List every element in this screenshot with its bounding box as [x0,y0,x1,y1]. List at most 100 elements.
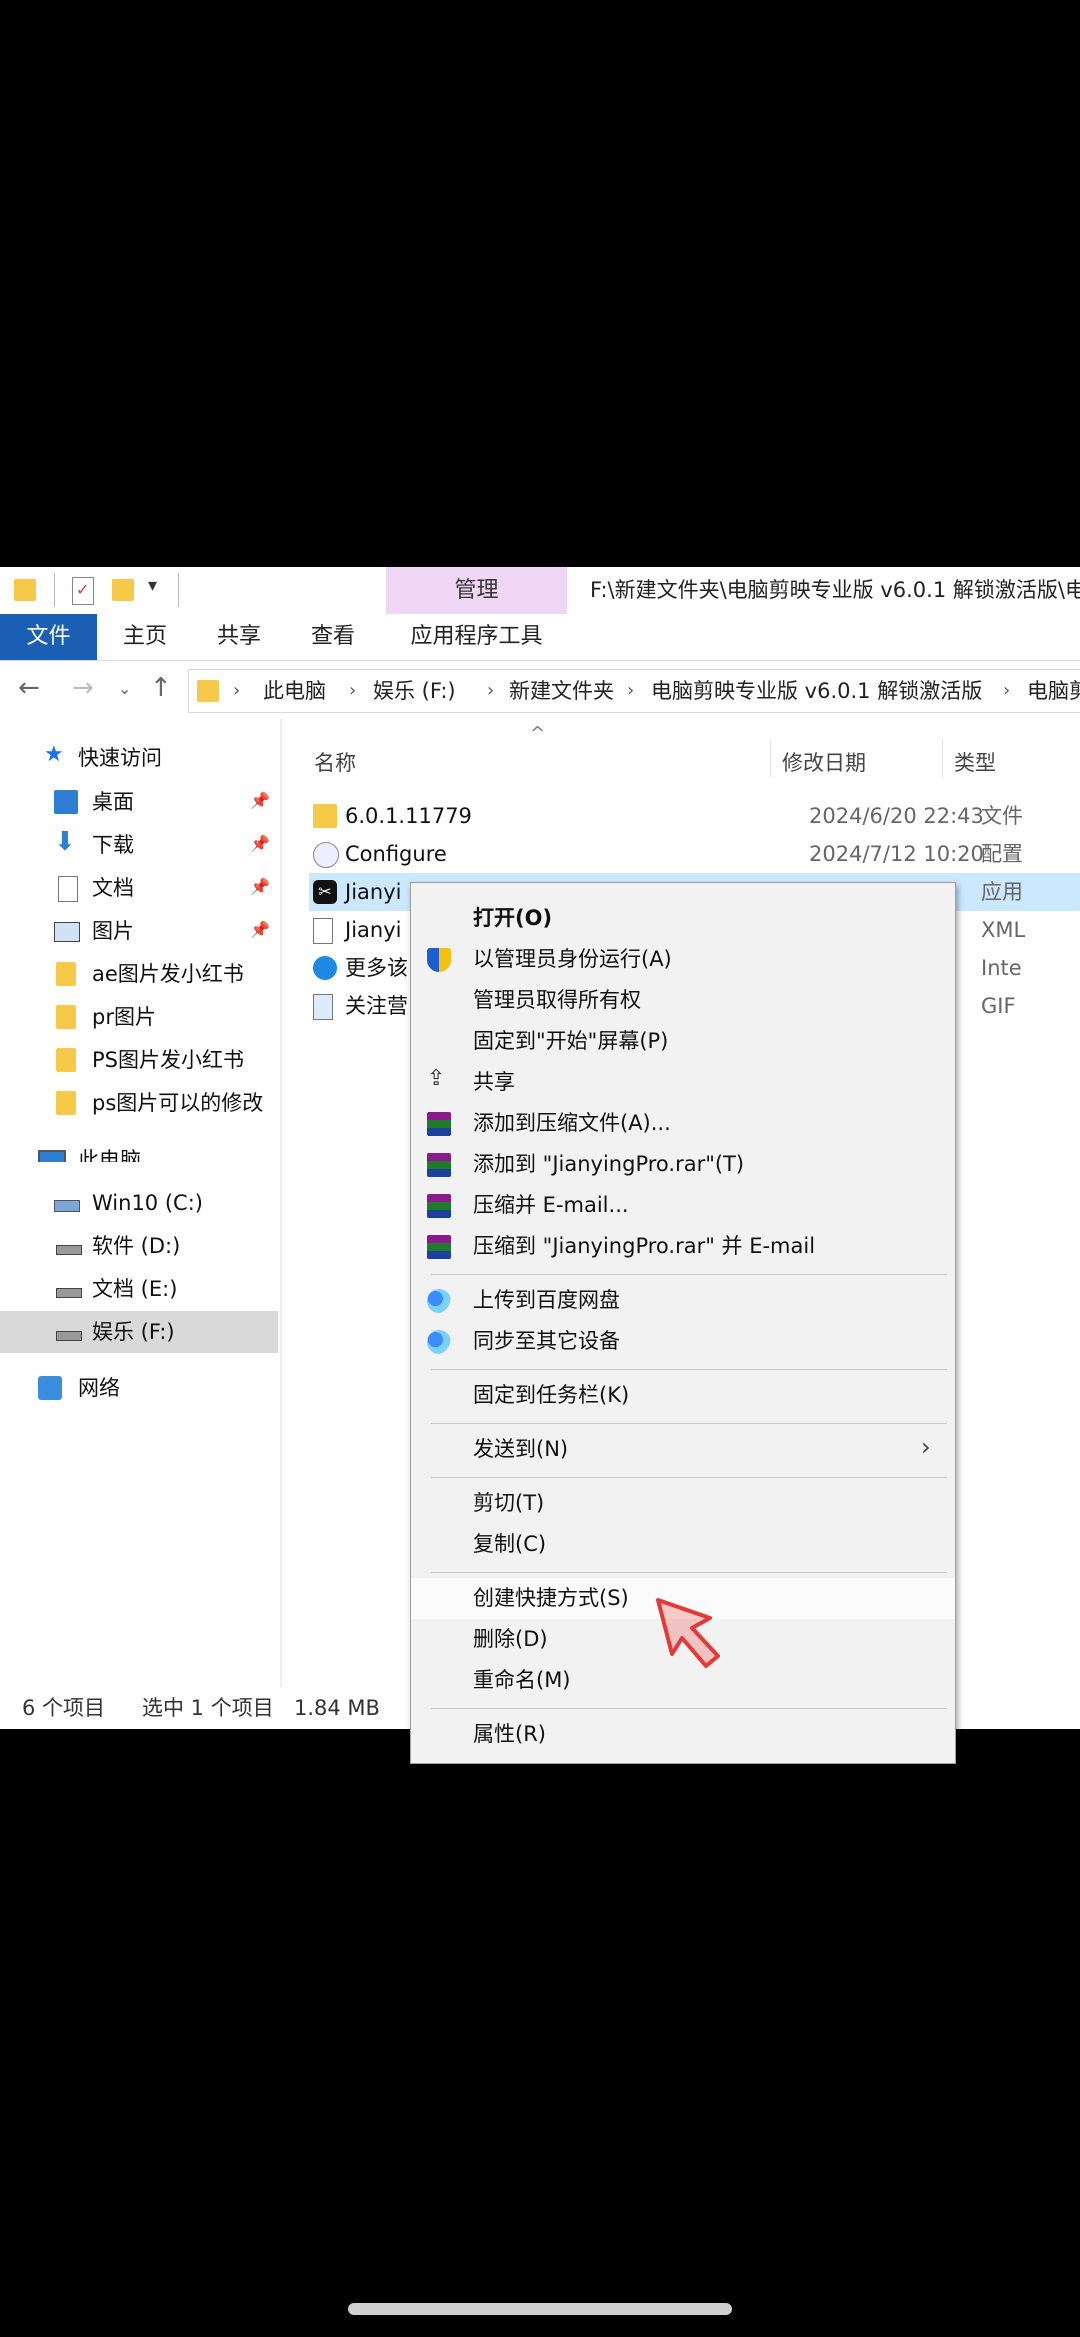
file-date: 2024/6/20 22:43 [809,804,984,828]
item-count: 6 个项目 [22,1696,106,1720]
menu-item-open[interactable]: 打开(O) [411,898,955,939]
sidebar-item-label: ps图片可以的修改 [92,1091,264,1115]
drive-icon [56,1245,82,1255]
tab-home[interactable]: 主页 [100,614,190,660]
menu-item-send-to[interactable]: 发送到(N) › [411,1429,955,1470]
navigation-pane: ★ 快速访问 桌面 📌 ⬇ 下载 📌 文档 📌 图片 📌 ae图片发小红书 pr… [0,719,280,1729]
menu-item-take-ownership[interactable]: 管理员取得所有权 [411,980,955,1021]
sidebar-item-ps-folder[interactable]: PS图片发小红书 [0,1039,278,1081]
menu-item-label: 以管理员身份运行(A) [473,947,672,971]
sidebar-item-quick-access[interactable]: ★ 快速访问 [0,737,278,779]
menu-item-cut[interactable]: 剪切(T) [411,1483,955,1524]
column-divider[interactable] [942,739,943,777]
file-name: Jianyi [345,880,402,904]
sidebar-item-drive-d[interactable]: 软件 (D:) [0,1225,278,1267]
file-name: 关注营 [345,994,408,1018]
forward-arrow-icon[interactable]: → [72,673,94,703]
menu-item-properties[interactable]: 属性(R) [411,1714,955,1755]
customize-toolbar-icon[interactable]: ▾ [148,575,157,596]
folder-icon[interactable] [14,579,36,601]
tab-share[interactable]: 共享 [194,614,284,660]
chevron-right-icon: › [1003,680,1011,701]
menu-item-run-as-admin[interactable]: 以管理员身份运行(A) [411,939,955,980]
sidebar-item-documents[interactable]: 文档 📌 [0,867,278,909]
file-type: GIF [981,994,1016,1018]
new-folder-icon[interactable] [112,579,134,601]
menu-item-pin-taskbar[interactable]: 固定到任务栏(K) [411,1375,955,1416]
breadcrumb-drive-f[interactable]: 娱乐 (F:) [373,670,456,712]
column-header-date[interactable]: 修改日期 [782,747,866,777]
sidebar-item-label: Win10 (C:) [92,1191,203,1215]
sidebar-item-downloads[interactable]: ⬇ 下载 📌 [0,824,278,866]
image-file-icon [313,994,333,1020]
file-row-folder[interactable]: 6.0.1.11779 2024/6/20 22:43 文件 [309,797,1080,835]
menu-item-compress-email[interactable]: 压缩并 E-mail... [411,1185,955,1226]
tab-file[interactable]: 文件 [0,614,97,660]
menu-item-compress-rar-email[interactable]: 压缩到 "JianyingPro.rar" 并 E-mail [411,1226,955,1267]
chevron-right-icon: › [487,680,495,701]
pin-icon: 📌 [250,920,270,939]
menu-item-label: 剪切(T) [473,1491,545,1515]
window-edge [0,1162,207,1182]
up-arrow-icon[interactable]: ↑ [150,673,172,703]
document-icon [58,876,78,902]
manage-tab[interactable]: 管理 [386,567,567,614]
baidu-netdisk-icon [427,1289,451,1313]
breadcrumb-jianying-folder[interactable]: 电脑剪映专业版 v6.0.1 解锁激活版 [651,670,982,712]
file-name: Jianyi [345,918,402,942]
recent-locations-chevron-icon[interactable]: ⌄ [118,679,131,698]
menu-item-copy[interactable]: 复制(C) [411,1524,955,1565]
menu-item-upload-baidu[interactable]: 上传到百度网盘 [411,1280,955,1321]
sidebar-item-drive-f[interactable]: 娱乐 (F:) [0,1311,278,1353]
breadcrumb-current[interactable]: 电脑剪 [1027,670,1080,712]
folder-icon [56,962,76,986]
menu-item-add-archive[interactable]: 添加到压缩文件(A)... [411,1103,955,1144]
divider [54,573,55,607]
sidebar-item-label: PS图片发小红书 [92,1048,244,1072]
menu-item-sync-devices[interactable]: 同步至其它设备 [411,1321,955,1362]
winrar-icon [427,1194,451,1218]
pin-icon: 📌 [250,791,270,810]
menu-item-label: 添加到 "JianyingPro.rar"(T) [473,1152,745,1176]
menu-item-label: 压缩并 E-mail... [473,1193,629,1217]
properties-icon[interactable]: ✓ [72,577,94,605]
back-arrow-icon[interactable]: ← [18,673,40,703]
sidebar-item-drive-e[interactable]: 文档 (E:) [0,1268,278,1310]
drive-icon [56,1331,82,1341]
ribbon-tabs: 文件 主页 共享 查看 应用程序工具 [0,614,1080,707]
uac-shield-icon [427,948,451,972]
sidebar-item-drive-c[interactable]: Win10 (C:) [0,1182,278,1224]
pin-icon: 📌 [250,877,270,896]
file-type: 应用 [981,880,1023,904]
tab-app-tools[interactable]: 应用程序工具 [386,614,567,660]
menu-item-label: 重命名(M) [473,1668,571,1692]
menu-item-label: 固定到任务栏(K) [473,1383,630,1407]
sidebar-item-ae-folder[interactable]: ae图片发小红书 [0,953,278,995]
baidu-netdisk-icon [427,1330,451,1354]
file-row-configure[interactable]: Configure 2024/7/12 10:20 配置 [309,835,1080,873]
file-name: 6.0.1.11779 [345,804,472,828]
sidebar-item-pr-folder[interactable]: pr图片 [0,996,278,1038]
sidebar-item-desktop[interactable]: 桌面 📌 [0,781,278,823]
divider [178,573,179,607]
tab-view[interactable]: 查看 [288,614,378,660]
menu-item-share[interactable]: ⇪ 共享 [411,1062,955,1103]
column-header-type[interactable]: 类型 [954,747,996,777]
sidebar-item-ps-edit-folder[interactable]: ps图片可以的修改 [0,1082,278,1124]
column-header-name[interactable]: 名称 [314,747,356,777]
menu-item-label: 创建快捷方式(S) [473,1586,629,1610]
address-bar[interactable]: › 此电脑 › 娱乐 (F:) › 新建文件夹 › 电脑剪映专业版 v6.0.1… [188,669,1080,713]
chevron-right-icon: › [233,680,241,701]
file-type: Inte [981,956,1022,980]
sidebar-item-network[interactable]: 网络 [0,1367,278,1409]
column-divider[interactable] [770,739,771,777]
home-indicator[interactable] [348,2303,732,2315]
menu-item-label: 删除(D) [473,1627,548,1651]
folder-icon [56,1091,76,1115]
winrar-icon [427,1112,451,1136]
menu-item-pin-start[interactable]: 固定到"开始"屏幕(P) [411,1021,955,1062]
sidebar-item-pictures[interactable]: 图片 📌 [0,910,278,952]
menu-item-add-to-rar[interactable]: 添加到 "JianyingPro.rar"(T) [411,1144,955,1185]
breadcrumb-this-pc[interactable]: 此电脑 [263,670,326,712]
breadcrumb-new-folder[interactable]: 新建文件夹 [509,670,614,712]
